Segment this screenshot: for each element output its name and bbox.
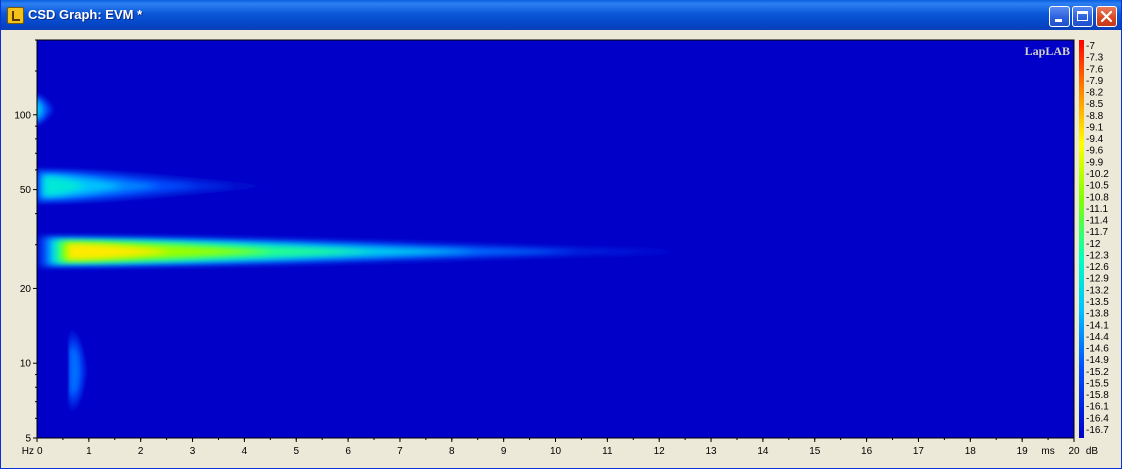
x-tick-label: 16 — [861, 446, 873, 457]
colorbar-label: -9.6 — [1086, 146, 1104, 157]
x-tick-label: 19 — [1017, 446, 1029, 457]
x-tick-label: 0 — [37, 446, 43, 457]
app-icon[interactable] — [7, 7, 24, 24]
colorbar-label: -14.6 — [1086, 344, 1109, 355]
csd-heatmap-chart[interactable]: 0 1 2 3 4 5 6 7 8 9 10 11 12 13 14 15 16 17 18 19 20Hz ms5102… — [4, 30, 1119, 466]
colorbar-label: -13.8 — [1086, 309, 1109, 320]
colorbar-label: -12.9 — [1086, 274, 1109, 285]
colorbar-label: -11.1 — [1086, 204, 1108, 215]
maximize-icon — [1077, 11, 1088, 21]
colorbar-label: -9.4 — [1086, 134, 1104, 145]
colorbar-label: -7.9 — [1086, 76, 1104, 87]
x-unit-left: Hz — [22, 446, 34, 457]
colorbar-label: -9.9 — [1086, 157, 1104, 168]
colorbar-label: -7.3 — [1086, 53, 1104, 64]
colorbar-label: -11.7 — [1086, 227, 1108, 238]
colorbar-label: -12 — [1086, 239, 1101, 250]
window-title: CSD Graph: EVM * — [28, 7, 143, 22]
y-tick-label: 10 — [20, 359, 32, 370]
colorbar-label: -10.5 — [1086, 181, 1109, 192]
x-tick-label: 6 — [345, 446, 351, 457]
colorbar-label: -14.4 — [1086, 332, 1109, 343]
title-bar[interactable]: CSD Graph: EVM * — [1, 0, 1121, 30]
colorbar-label: -8.5 — [1086, 99, 1104, 110]
colorbar-label: -11.4 — [1086, 216, 1108, 227]
x-tick-label: 20 — [1068, 446, 1080, 457]
colorbar-label: -7.6 — [1086, 64, 1104, 75]
minimize-icon — [1055, 19, 1062, 22]
x-tick-label: 15 — [809, 446, 821, 457]
colorbar-label: -14.1 — [1086, 320, 1109, 331]
colorbar-label: -16.4 — [1086, 413, 1109, 424]
x-tick-label: 17 — [913, 446, 925, 457]
x-tick-label: 1 — [86, 446, 92, 457]
close-icon — [1100, 10, 1113, 23]
graph-area: 0 1 2 3 4 5 6 7 8 9 10 11 12 13 14 15 16 17 18 19 20 Hz ms 5 10 2… — [4, 30, 1119, 466]
minimize-button[interactable] — [1049, 6, 1070, 27]
x-tick-label: 4 — [242, 446, 248, 457]
x-tick-label: 2 — [138, 446, 144, 457]
y-tick-label: 100 — [14, 110, 31, 121]
colorbar-label: -14.9 — [1086, 355, 1109, 366]
colorbar-label: -13.5 — [1086, 297, 1109, 308]
x-tick-label: 13 — [705, 446, 717, 457]
x-tick-label: 10 — [550, 446, 562, 457]
close-button[interactable] — [1096, 6, 1117, 27]
colorbar-label: -15.5 — [1086, 378, 1109, 389]
x-tick-label: 9 — [501, 446, 507, 457]
colorbar-label: -16.1 — [1086, 402, 1109, 413]
colorbar-label: -12.3 — [1086, 250, 1109, 261]
y-tick-label: 50 — [20, 185, 32, 196]
y-tick-label: 20 — [20, 284, 32, 295]
colorbar-label: -16.7 — [1086, 425, 1109, 436]
x-tick-label: 11 — [602, 446, 613, 457]
colorbar-label: -10.8 — [1086, 192, 1109, 203]
x-tick-label: 3 — [190, 446, 196, 457]
colorbar-label: -10.2 — [1086, 169, 1109, 180]
colorbar-unit: dB — [1086, 446, 1099, 457]
maximize-button[interactable] — [1072, 6, 1093, 27]
colorbar-scale — [1079, 40, 1084, 438]
x-tick-label: 14 — [757, 446, 769, 457]
colorbar: -7-7.3-7.6-7.9-8.2-8.5-8.8-9.1-9.4-9.6-9… — [1079, 40, 1109, 457]
colorbar-label: -15.2 — [1086, 367, 1109, 378]
x-tick-label: 5 — [293, 446, 299, 457]
x-tick-label: 7 — [397, 446, 403, 457]
colorbar-label: -13.2 — [1086, 285, 1109, 296]
colorbar-label: -8.8 — [1086, 111, 1104, 122]
x-tick-label: 12 — [654, 446, 666, 457]
colorbar-label: -7 — [1086, 41, 1095, 52]
colorbar-label: -12.6 — [1086, 262, 1109, 273]
colorbar-label: -9.1 — [1086, 122, 1104, 133]
x-unit-right: ms — [1041, 446, 1054, 457]
y-tick-label: 5 — [25, 434, 31, 445]
csd-graph-window: CSD Graph: EVM * 0 1 2 3 4 5 6 7 8 9 10 … — [0, 0, 1122, 469]
colorbar-label: -15.8 — [1086, 390, 1109, 401]
x-tick-label: 18 — [965, 446, 977, 457]
x-tick-label: 8 — [449, 446, 455, 457]
laplab-watermark: LapLAB — [1025, 44, 1070, 58]
colorbar-label: -8.2 — [1086, 88, 1104, 99]
